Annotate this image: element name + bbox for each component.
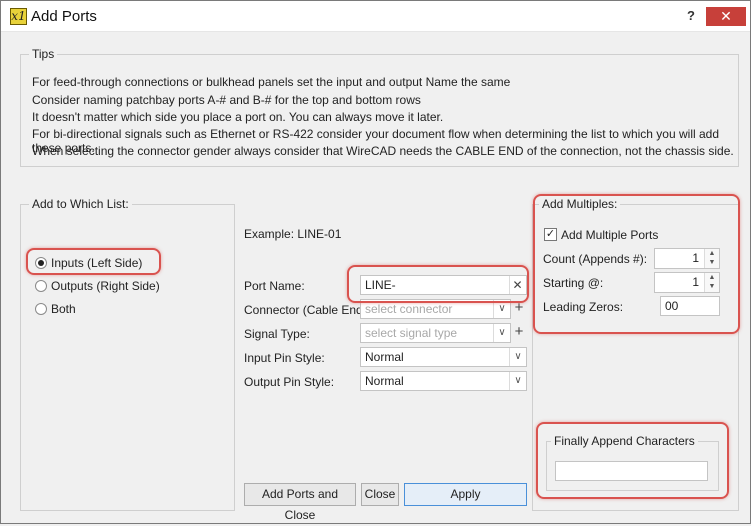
- tip-line: It doesn't matter which side you place a…: [32, 110, 444, 124]
- output-pin-style-label: Output Pin Style:: [244, 375, 335, 389]
- close-button[interactable]: Close: [361, 483, 399, 506]
- callout-add-multiples: [533, 194, 740, 334]
- wirecad-app-icon: x1: [10, 8, 27, 25]
- output-pin-style-select[interactable]: Normal ∨: [360, 371, 527, 391]
- close-icon: ✕: [720, 8, 732, 24]
- connector-label: Connector (Cable End):: [244, 303, 371, 317]
- add-ports-dialog: x1 Add Ports ? ✕ Tips For feed-through c…: [0, 0, 751, 524]
- radio-outputs[interactable]: [35, 280, 47, 292]
- connector-placeholder: select connector: [365, 302, 453, 316]
- chevron-down-icon[interactable]: ∨: [509, 348, 526, 366]
- callout-port-name: [347, 265, 529, 303]
- tip-line: When selecting the connector gender alwa…: [32, 144, 734, 158]
- tips-legend: Tips: [29, 47, 58, 61]
- window-title: Add Ports: [31, 8, 97, 25]
- input-pin-style-select[interactable]: Normal ∨: [360, 347, 527, 367]
- input-pin-style-label: Input Pin Style:: [244, 351, 325, 365]
- tip-line: Consider naming patchbay ports A-# and B…: [32, 93, 421, 107]
- apply-button[interactable]: Apply: [404, 483, 527, 506]
- signal-type-label: Signal Type:: [244, 327, 310, 341]
- add-to-list-legend: Add to Which List:: [29, 197, 132, 211]
- radio-both[interactable]: [35, 303, 47, 315]
- signal-type-placeholder: select signal type: [365, 326, 458, 340]
- radio-both-label[interactable]: Both: [51, 302, 76, 316]
- tip-line: For feed-through connections or bulkhead…: [32, 75, 511, 89]
- add-signal-type-button[interactable]: +: [511, 323, 527, 343]
- help-button[interactable]: ?: [684, 7, 698, 25]
- add-ports-and-close-button[interactable]: Add Ports and Close: [244, 483, 356, 522]
- chevron-down-icon[interactable]: ∨: [493, 324, 510, 342]
- window-close-button[interactable]: ✕: [706, 7, 746, 26]
- title-bar: x1 Add Ports ? ✕: [1, 1, 750, 32]
- callout-finally-append: [536, 422, 729, 499]
- radio-outputs-label[interactable]: Outputs (Right Side): [51, 279, 160, 293]
- input-pin-style-value: Normal: [365, 350, 404, 364]
- callout-inputs: [26, 248, 161, 275]
- port-name-label: Port Name:: [244, 279, 305, 293]
- example-text: Example: LINE-01: [244, 227, 342, 241]
- signal-type-select[interactable]: select signal type ∨: [360, 323, 511, 343]
- output-pin-style-value: Normal: [365, 374, 404, 388]
- chevron-down-icon[interactable]: ∨: [509, 372, 526, 390]
